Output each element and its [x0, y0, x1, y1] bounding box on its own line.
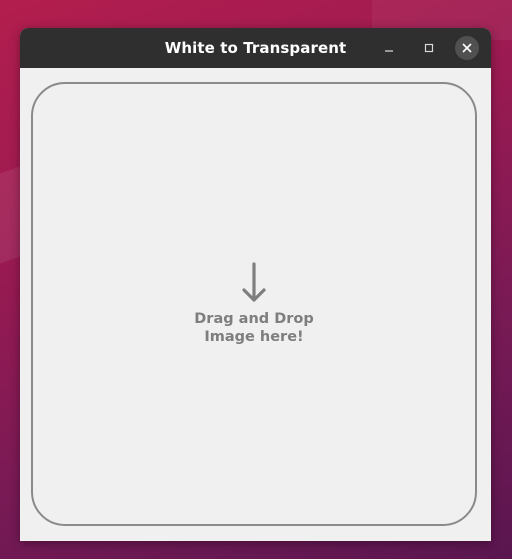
app-window: White to Transparent Drag and Drop Image… — [20, 28, 491, 541]
close-button-circle — [455, 36, 479, 60]
close-icon — [462, 43, 472, 53]
window-title: White to Transparent — [164, 39, 347, 57]
drop-zone-prompt: Drag and Drop Image here! — [194, 262, 314, 346]
image-drop-zone[interactable]: Drag and Drop Image here! — [31, 82, 477, 526]
close-button[interactable] — [453, 28, 481, 68]
minimize-icon — [385, 50, 393, 52]
window-content: Drag and Drop Image here! — [20, 68, 491, 541]
down-arrow-icon — [242, 262, 266, 302]
maximize-button[interactable] — [415, 28, 443, 68]
drop-zone-text-line1: Drag and Drop — [194, 311, 314, 327]
drop-zone-text-line2: Image here! — [204, 329, 304, 345]
title-bar[interactable]: White to Transparent — [20, 28, 491, 68]
minimize-button[interactable] — [375, 28, 403, 68]
maximize-icon — [424, 43, 434, 53]
